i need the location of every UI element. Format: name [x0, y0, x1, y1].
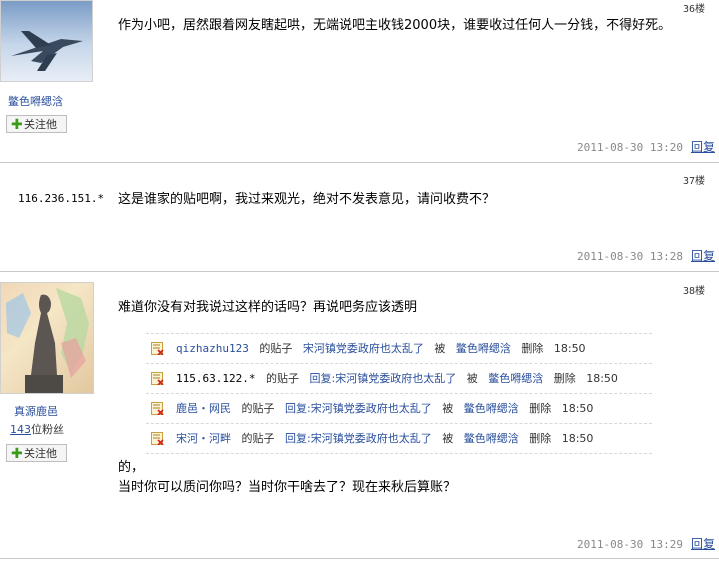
follow-label: 关注他 — [24, 118, 57, 131]
fans-info: 143位粉丝 — [10, 421, 64, 437]
delete-post-icon — [151, 432, 164, 445]
statue-map-image-icon — [6, 288, 89, 393]
fans-suffix: 位粉丝 — [31, 423, 64, 436]
log-title[interactable]: 回复:宋河镇党委政府也太乱了 — [309, 372, 456, 385]
log-time: 18:50 — [553, 342, 586, 355]
log-moderator[interactable]: 鳖色嘚缌浛 — [464, 432, 519, 445]
post-time: 2011-08-30 13:28 — [577, 250, 683, 263]
post-content-top: 难道你没有对我说过这样的话吗？再说吧务应该透明 — [118, 300, 418, 315]
log-text: qizhazhu123 的贴子 宋河镇党委政府也太乱了 被 鳖色嘚缌浛 删除 1… — [176, 334, 586, 363]
follow-button[interactable]: ✚ 关注他 — [6, 444, 67, 462]
post-time: 2011-08-30 13:20 — [577, 141, 683, 154]
log-post-word: 的贴子 — [241, 402, 275, 415]
log-moderator[interactable]: 鳖色嘚缌浛 — [488, 372, 543, 385]
fans-count[interactable]: 143 — [10, 423, 31, 436]
log-action: 删除 — [529, 432, 552, 445]
avatar-statue-map[interactable] — [0, 282, 94, 394]
floor-number: 37楼 — [682, 176, 705, 187]
log-action: 删除 — [521, 342, 544, 355]
reply-button[interactable]: 回复 — [691, 140, 715, 154]
delete-post-icon — [151, 342, 164, 355]
log-row: 115.63.122.* 的贴子 回复:宋河镇党委政府也太乱了 被 鳖色嘚缌浛 … — [146, 364, 652, 394]
username[interactable]: 真源鹿邑 — [14, 403, 58, 419]
log-actor: 115.63.122.* — [176, 372, 256, 385]
log-by: 被 — [466, 372, 478, 385]
moderation-log: qizhazhu123 的贴子 宋河镇党委政府也太乱了 被 鳖色嘚缌浛 删除 1… — [146, 333, 652, 454]
post-content: 这是谁家的贴吧啊，我过来观光，绝对不发表意见，请问收费不？ — [118, 192, 496, 207]
post-content: 作为小吧，居然跟着网友瞎起哄，无端说吧主收钱2000块，谁要收过任何人一分钱，不… — [118, 18, 672, 33]
username[interactable]: 鳖色嘚缌浛 — [8, 93, 63, 109]
reply-button[interactable]: 回复 — [691, 537, 715, 551]
log-post-word: 的贴子 — [265, 372, 299, 385]
follow-button[interactable]: ✚ 关注他 — [6, 115, 67, 133]
floor-number: 38楼 — [682, 286, 705, 297]
log-title[interactable]: 回复:宋河镇党委政府也太乱了 — [285, 402, 432, 415]
post-time: 2011-08-30 13:29 — [577, 538, 683, 551]
follow-label: 关注他 — [24, 447, 57, 460]
poster-ip: 116.236.151.* — [18, 192, 105, 205]
log-row: 鹿邑・网民 的贴子 回复:宋河镇党委政府也太乱了 被 鳖色嘚缌浛 删除 18:5… — [146, 394, 652, 424]
log-post-word: 的贴子 — [259, 342, 293, 355]
log-by: 被 — [434, 342, 446, 355]
log-row: qizhazhu123 的贴子 宋河镇党委政府也太乱了 被 鳖色嘚缌浛 删除 1… — [146, 334, 652, 364]
post-divider — [0, 558, 719, 559]
post-content-line2: 当时你可以质问你吗？当时你干啥去了？现在来秋后算账？ — [118, 480, 457, 495]
plus-icon: ✚ — [11, 117, 23, 133]
log-moderator[interactable]: 鳖色嘚缌浛 — [456, 342, 511, 355]
log-moderator[interactable]: 鳖色嘚缌浛 — [464, 402, 519, 415]
log-action: 删除 — [529, 402, 552, 415]
post-meta: 2011-08-30 13:20 回复 — [577, 138, 715, 155]
log-action: 删除 — [553, 372, 576, 385]
log-actor[interactable]: 鹿邑・网民 — [176, 402, 231, 415]
post-meta: 2011-08-30 13:29 回复 — [577, 535, 715, 552]
log-title[interactable]: 回复:宋河镇党委政府也太乱了 — [285, 432, 432, 445]
log-time: 18:50 — [561, 402, 594, 415]
post-38: 真源鹿邑 143位粉丝 ✚ 关注他 38楼 难道你没有对我说过这样的话吗？再说吧… — [0, 272, 719, 561]
log-by: 被 — [442, 432, 454, 445]
post-37: 37楼 116.236.151.* 这是谁家的贴吧啊，我过来观光，绝对不发表意见… — [0, 163, 719, 271]
log-time: 18:50 — [586, 372, 618, 385]
log-row: 宋河・河畔 的贴子 回复:宋河镇党委政府也太乱了 被 鳖色嘚缌浛 删除 18:5… — [146, 424, 652, 454]
post-meta: 2011-08-30 13:28 回复 — [577, 247, 715, 264]
log-text: 115.63.122.* 的贴子 回复:宋河镇党委政府也太乱了 被 鳖色嘚缌浛 … — [176, 364, 618, 393]
avatar-jet[interactable] — [0, 0, 93, 82]
post-content-line1: 的， — [118, 460, 145, 475]
reply-button[interactable]: 回复 — [691, 249, 715, 263]
post-36: 鳖色嘚缌浛 ✚ 关注他 36楼 作为小吧，居然跟着网友瞎起哄，无端说吧主收钱20… — [0, 0, 719, 162]
floor-number: 36楼 — [682, 4, 705, 15]
log-post-word: 的贴子 — [241, 432, 275, 445]
log-text: 宋河・河畔 的贴子 回复:宋河镇党委政府也太乱了 被 鳖色嘚缌浛 删除 18:5… — [176, 424, 593, 453]
delete-post-icon — [151, 372, 164, 385]
log-actor[interactable]: 宋河・河畔 — [176, 432, 231, 445]
log-by: 被 — [442, 402, 454, 415]
log-title[interactable]: 宋河镇党委政府也太乱了 — [303, 342, 424, 355]
log-actor[interactable]: qizhazhu123 — [176, 342, 249, 355]
jet-image-icon — [11, 31, 83, 71]
log-text: 鹿邑・网民 的贴子 回复:宋河镇党委政府也太乱了 被 鳖色嘚缌浛 删除 18:5… — [176, 394, 593, 423]
delete-post-icon — [151, 402, 164, 415]
plus-icon: ✚ — [11, 446, 23, 462]
log-time: 18:50 — [561, 432, 594, 445]
